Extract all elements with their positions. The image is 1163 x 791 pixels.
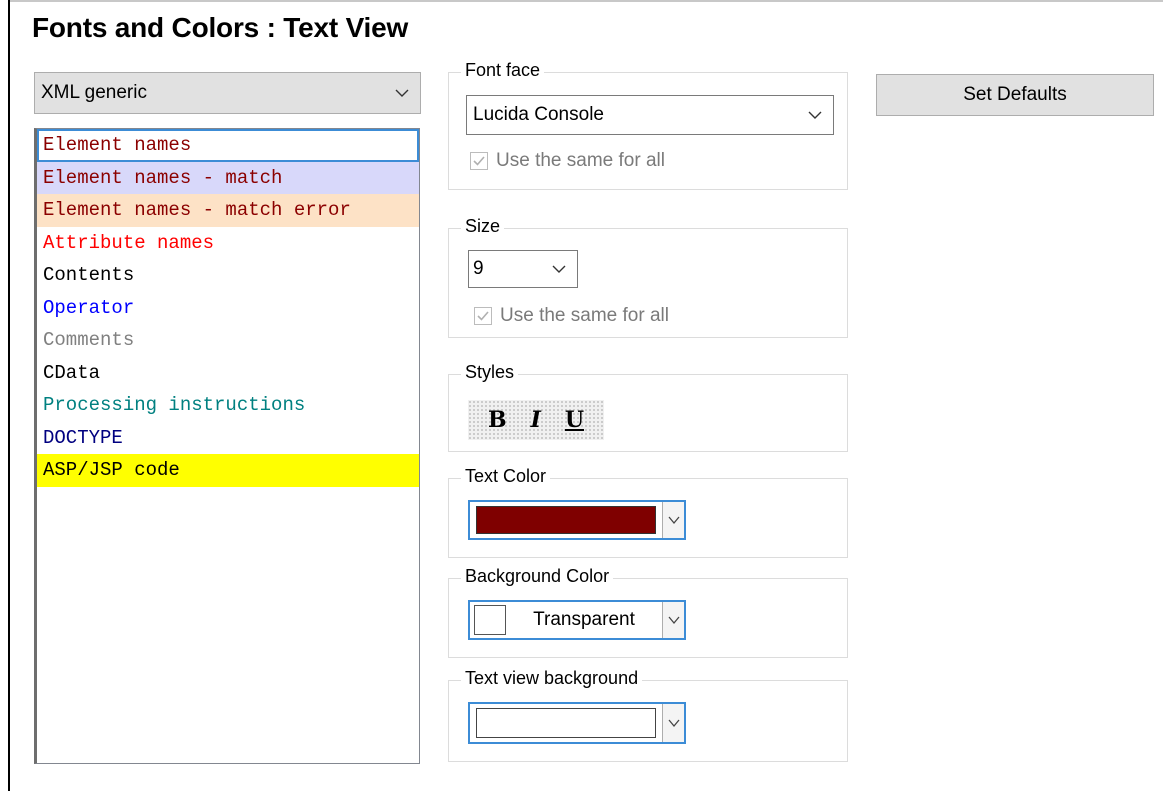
list-item[interactable]: Attribute names <box>37 226 419 259</box>
chevron-down-icon <box>662 602 684 638</box>
list-item[interactable]: Element names <box>37 129 419 162</box>
size-combobox[interactable]: 9 <box>468 250 578 288</box>
size-same-label: Use the same for all <box>500 305 669 326</box>
chevron-down-icon <box>807 107 823 123</box>
size-legend: Size <box>461 216 505 237</box>
checkmark-icon <box>470 152 488 170</box>
font-face-value: Lucida Console <box>473 104 604 125</box>
underline-button[interactable]: U <box>565 407 584 433</box>
chevron-down-icon <box>394 85 410 101</box>
set-defaults-button[interactable]: Set Defaults <box>876 74 1154 116</box>
list-item[interactable]: Operator <box>37 291 419 324</box>
font-face-same-checkbox[interactable]: Use the same for all <box>470 150 665 172</box>
italic-button[interactable]: I <box>531 407 541 433</box>
font-face-combobox[interactable]: Lucida Console <box>466 95 834 135</box>
size-same-checkbox[interactable]: Use the same for all <box>474 305 669 327</box>
list-item[interactable]: Contents <box>37 259 419 292</box>
size-value: 9 <box>473 258 484 279</box>
window-left-border <box>8 0 10 791</box>
chevron-down-icon <box>662 502 684 538</box>
list-item[interactable]: Comments <box>37 324 419 357</box>
list-item[interactable]: Processing instructions <box>37 389 419 422</box>
background-color-swatch <box>474 605 506 635</box>
text-color-legend: Text Color <box>461 466 551 487</box>
page-title: Fonts and Colors : Text View <box>32 12 409 43</box>
font-face-same-label: Use the same for all <box>496 150 665 171</box>
window-top-border <box>8 0 1163 2</box>
styles-legend: Styles <box>461 362 519 383</box>
text-view-background-swatch <box>476 708 656 738</box>
styles-toolbar: B I U <box>468 400 604 440</box>
list-item[interactable]: CData <box>37 356 419 389</box>
list-item[interactable]: Element names - match <box>37 161 419 194</box>
type-combobox[interactable]: XML generic <box>34 72 421 114</box>
text-view-background-picker[interactable] <box>468 702 686 744</box>
background-color-picker[interactable]: Transparent <box>468 600 686 640</box>
background-color-value: Transparent <box>533 609 635 630</box>
background-color-legend: Background Color <box>461 566 614 587</box>
type-combobox-value: XML generic <box>41 82 147 103</box>
bold-button[interactable]: B <box>488 407 507 433</box>
chevron-down-icon <box>662 704 684 742</box>
text-color-picker[interactable] <box>468 500 686 540</box>
font-face-legend: Font face <box>461 60 545 81</box>
text-element-list[interactable]: Element names Element names - match Elemen… <box>34 128 420 764</box>
list-item[interactable]: Element names - match error <box>37 194 419 227</box>
text-view-background-legend: Text view background <box>461 668 643 689</box>
chevron-down-icon <box>551 261 567 277</box>
list-item[interactable]: ASP/JSP code <box>37 454 419 487</box>
list-item[interactable]: DOCTYPE <box>37 421 419 454</box>
checkmark-icon <box>474 307 492 325</box>
text-color-swatch <box>476 506 656 534</box>
